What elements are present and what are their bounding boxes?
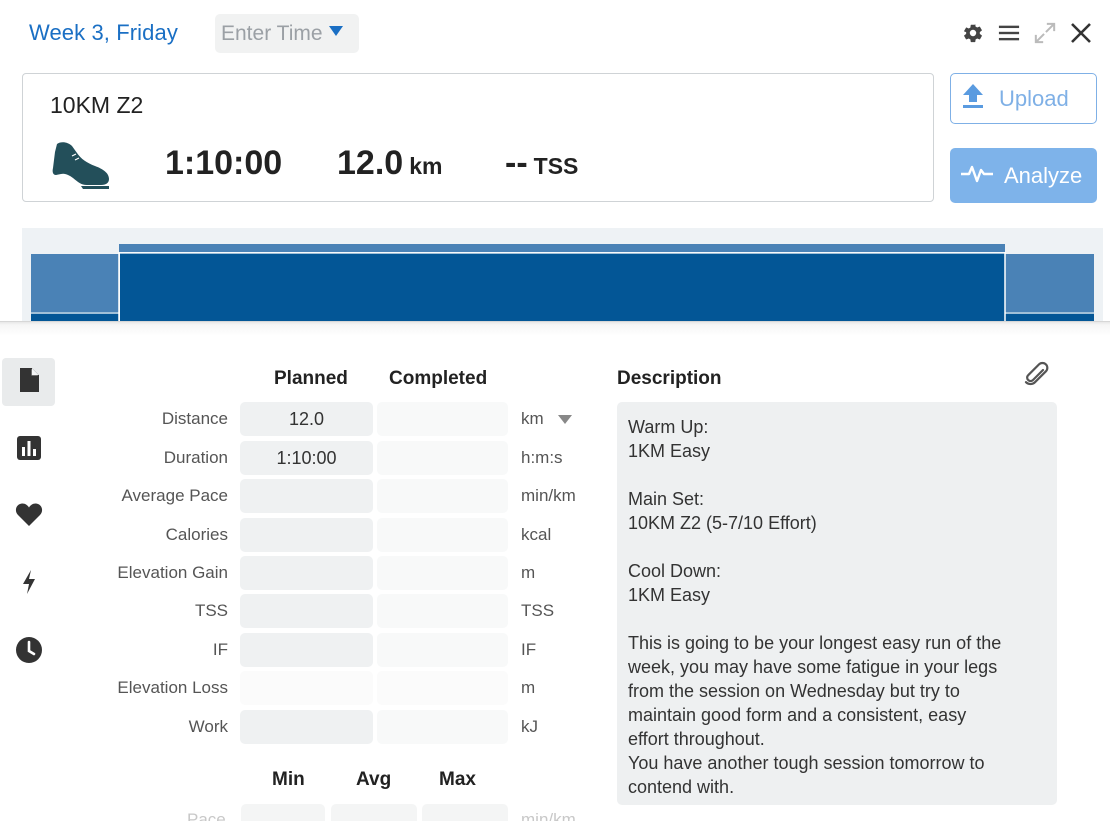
paperclip-icon[interactable]: [1023, 361, 1051, 394]
description-header: Description: [617, 368, 722, 389]
row-label-pace: Pace: [187, 810, 226, 821]
planned-distance-input[interactable]: 12.0: [240, 402, 373, 436]
unit-elevation-loss: m: [521, 678, 536, 697]
completed-work-input[interactable]: [377, 710, 508, 744]
time-select[interactable]: Enter Time: [215, 14, 359, 53]
day-title: Week 3, Friday: [29, 20, 178, 45]
row-label-duration: Duration: [163, 448, 228, 467]
planned-elevation-gain-input[interactable]: [240, 556, 373, 590]
row-label-work: Work: [188, 717, 228, 736]
completed-average-pace-input[interactable]: [377, 479, 508, 513]
row-label-distance: Distance: [161, 409, 228, 428]
nav-summary[interactable]: [2, 358, 55, 406]
distance-value: 12.0: [337, 144, 404, 182]
row-label-elevation-gain: Elevation Gain: [117, 563, 228, 582]
tss-value: --: [505, 144, 528, 182]
max-header: Max: [439, 769, 476, 790]
workout-structure-graph[interactable]: [22, 228, 1103, 321]
completed-header: Completed: [389, 368, 488, 389]
pace-avg-input[interactable]: [331, 804, 417, 821]
avg-header: Avg: [356, 769, 392, 790]
nav-health[interactable]: [2, 493, 55, 541]
window-controls: [962, 22, 1092, 44]
planned-calories-input[interactable]: [240, 518, 373, 552]
pace-max-input[interactable]: [422, 804, 508, 821]
main-set-cap: [119, 244, 1005, 252]
lightning-icon: [21, 569, 37, 600]
completed-tss-input[interactable]: [377, 594, 508, 628]
workout-structure-svg: [31, 244, 1094, 321]
caret-down-icon: [328, 25, 343, 36]
completed-elevation-gain-input[interactable]: [377, 556, 508, 590]
upload-button[interactable]: Upload: [950, 73, 1097, 124]
unit-tss: TSS: [521, 601, 555, 620]
completed-duration-input[interactable]: [377, 441, 508, 475]
row-label-calories: Calories: [165, 525, 228, 544]
upload-icon: [961, 83, 985, 115]
unit-pace: min/km: [521, 810, 576, 821]
tss-stat: -- TSS: [505, 144, 578, 183]
planned-header: Planned: [274, 368, 348, 389]
planned-tss-input[interactable]: [240, 594, 373, 628]
unit-duration: h:m:s: [521, 448, 563, 467]
unit-elevation-gain: m: [521, 563, 536, 582]
menu-icon[interactable]: [998, 22, 1020, 44]
upload-label: Upload: [999, 85, 1069, 111]
bar-chart-icon: [16, 435, 42, 466]
heart-icon: [15, 502, 43, 532]
duration-stat: 1:10:00: [165, 144, 282, 183]
duration-value: 1:10:00: [165, 144, 283, 182]
analyze-label: Analyze: [1004, 162, 1083, 188]
completed-distance-input[interactable]: [377, 402, 508, 436]
planned-average-pace-input[interactable]: [240, 479, 373, 513]
unit-if: IF: [521, 640, 537, 659]
running-shoe-icon: [51, 140, 111, 195]
unit-distance: km: [521, 409, 544, 428]
distance-unit: km: [409, 153, 443, 179]
expand-icon[interactable]: [1034, 22, 1056, 44]
unit-calories: kcal: [521, 525, 552, 544]
planned-work-input[interactable]: [240, 710, 373, 744]
distance-stat: 12.0 km: [337, 144, 442, 183]
planned-elevation-loss-input[interactable]: [240, 671, 373, 705]
row-label-average-pace: Average Pace: [121, 486, 228, 505]
completed-calories-input[interactable]: [377, 518, 508, 552]
warm-up-block: [31, 254, 119, 321]
row-label-tss: TSS: [194, 601, 228, 620]
time-placeholder: Enter Time: [221, 21, 323, 45]
main-set-block: [120, 253, 1005, 321]
tss-unit: TSS: [533, 153, 579, 179]
completed-elevation-loss-input[interactable]: [377, 671, 508, 705]
row-label-elevation-loss: Elevation Loss: [117, 678, 228, 697]
nav-history[interactable]: [2, 628, 55, 676]
clock-icon: [15, 636, 43, 669]
document-icon: [18, 367, 40, 398]
gear-icon[interactable]: [962, 22, 984, 44]
pace-min-input[interactable]: [241, 804, 325, 821]
pulse-icon: [960, 162, 994, 190]
unit-dropdown-icon[interactable]: [558, 415, 572, 424]
cool-down-block: [1005, 254, 1094, 321]
nav-power[interactable]: [2, 560, 55, 608]
unit-average-pace: min/km: [521, 486, 576, 505]
completed-if-input[interactable]: [377, 633, 508, 667]
workout-summary-card: 10KM Z2 1:10:00 12.0 km -- TSS: [22, 73, 934, 202]
planned-if-input[interactable]: [240, 633, 373, 667]
close-icon[interactable]: [1070, 22, 1092, 44]
panel-divider: [0, 321, 1110, 343]
workout-title: 10KM Z2: [50, 92, 144, 118]
planned-duration-input[interactable]: 1:10:00: [240, 441, 373, 475]
description-text[interactable]: Warm Up: 1KM Easy Main Set: 10KM Z2 (5-7…: [617, 402, 1057, 805]
nav-charts[interactable]: [2, 426, 55, 474]
unit-work: kJ: [521, 717, 538, 736]
analyze-button[interactable]: Analyze: [950, 148, 1097, 203]
row-label-if: IF: [212, 640, 228, 659]
min-header: Min: [272, 769, 305, 790]
